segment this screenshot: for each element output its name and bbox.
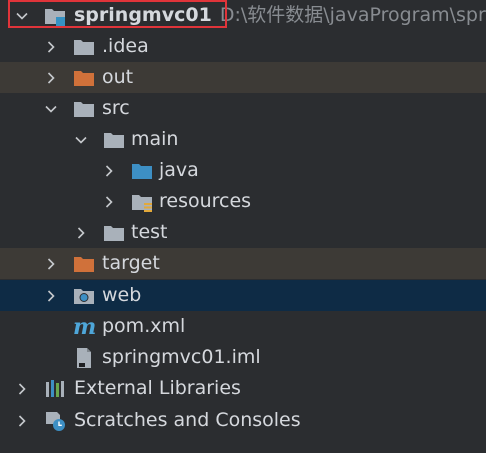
chevron-right-icon[interactable]: [42, 62, 60, 93]
tree-label-iml: springmvc01.iml: [102, 346, 261, 368]
tree-row-target[interactable]: target: [0, 248, 486, 279]
tree-label-external-libraries: External Libraries: [74, 377, 241, 399]
web-folder-icon: [73, 285, 95, 307]
chevron-right-icon[interactable]: [13, 373, 31, 404]
chevron-right-icon[interactable]: [13, 405, 31, 436]
tree-row-iml[interactable]: springmvc01.iml: [0, 342, 486, 373]
folder-icon: [73, 36, 95, 58]
tree-label-pom: pom.xml: [102, 315, 186, 337]
folder-icon: [103, 222, 125, 244]
tree-label-scratches: Scratches and Consoles: [74, 409, 301, 431]
tree-row-pom[interactable]: m pom.xml: [0, 311, 486, 342]
chevron-right-icon[interactable]: [42, 31, 60, 62]
tree-label-src: src: [102, 97, 130, 119]
excluded-folder-icon: [73, 67, 95, 89]
project-name: springmvc01: [74, 4, 212, 26]
chevron-right-icon[interactable]: [42, 280, 60, 311]
tree-label-target: target: [102, 252, 160, 274]
tree-label-test: test: [131, 221, 168, 243]
tree-label-web: web: [102, 284, 142, 306]
tree-row-test[interactable]: test: [0, 217, 486, 248]
resources-folder-icon: [131, 191, 153, 213]
tree-row-scratches[interactable]: Scratches and Consoles: [0, 405, 486, 436]
libraries-icon: [44, 378, 66, 400]
scratches-icon: [44, 410, 66, 432]
chevron-down-icon[interactable]: [42, 93, 60, 124]
folder-icon: [73, 98, 95, 120]
chevron-right-icon[interactable]: [100, 186, 118, 217]
project-tree: springmvc01 D:\软件数据\javaProgram\sprin .id…: [0, 0, 486, 453]
tree-row-main[interactable]: main: [0, 124, 486, 155]
chevron-right-icon[interactable]: [100, 155, 118, 186]
module-folder-icon: [44, 5, 66, 27]
source-folder-icon: [131, 160, 153, 182]
tree-label-resources: resources: [159, 190, 252, 212]
tree-label-idea: .idea: [102, 35, 149, 57]
chevron-down-icon[interactable]: [72, 124, 90, 155]
tree-row-src[interactable]: src: [0, 93, 486, 124]
tree-row-project[interactable]: springmvc01 D:\软件数据\javaProgram\sprin: [0, 0, 486, 31]
chevron-right-icon[interactable]: [72, 217, 90, 248]
folder-icon: [103, 129, 125, 151]
iml-file-icon: [73, 347, 95, 369]
maven-icon: m: [73, 314, 97, 340]
chevron-down-icon[interactable]: [13, 0, 31, 31]
tree-label-out: out: [102, 66, 134, 88]
tree-label-java: java: [159, 159, 199, 181]
chevron-right-icon[interactable]: [42, 248, 60, 279]
tree-row-external-libraries[interactable]: External Libraries: [0, 373, 486, 404]
tree-row-out[interactable]: out: [0, 62, 486, 93]
tree-label-main: main: [131, 128, 179, 150]
project-path: D:\软件数据\javaProgram\sprin: [219, 4, 486, 26]
tree-row-resources[interactable]: resources: [0, 186, 486, 217]
tree-row-java[interactable]: java: [0, 155, 486, 186]
excluded-folder-icon: [73, 253, 95, 275]
tree-row-web[interactable]: web: [0, 280, 486, 311]
tree-row-idea[interactable]: .idea: [0, 31, 486, 62]
